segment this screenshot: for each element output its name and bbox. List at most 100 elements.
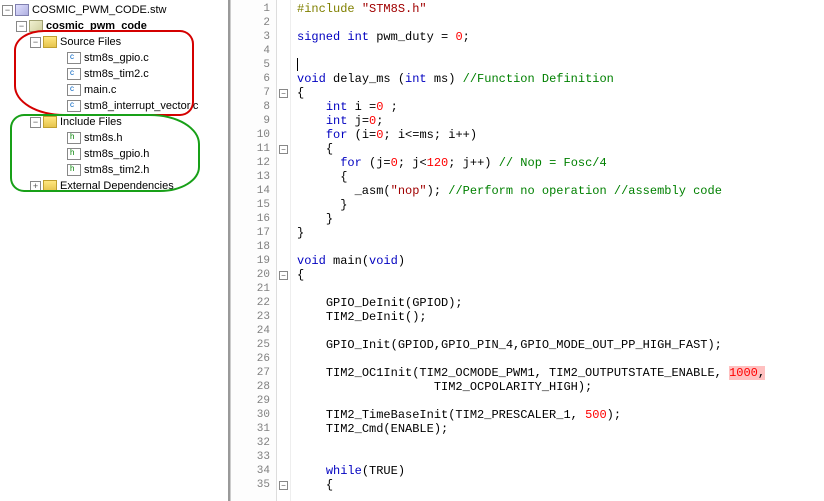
line-number: 29 (231, 394, 276, 408)
code-line[interactable]: } (291, 226, 824, 240)
fold-toggle-icon[interactable]: − (279, 89, 288, 98)
source-file-node[interactable]: stm8s_gpio.c (2, 50, 228, 66)
code-line[interactable] (291, 44, 824, 58)
file-label: main.c (84, 84, 116, 96)
fold-toggle-icon[interactable]: − (279, 481, 288, 490)
code-line[interactable]: TIM2_OCPOLARITY_HIGH); (291, 380, 824, 394)
line-number: 5 (231, 58, 276, 72)
code-line[interactable] (291, 394, 824, 408)
code-line[interactable]: TIM2_DeInit(); (291, 310, 824, 324)
line-number: 31 (231, 422, 276, 436)
fold-cell[interactable]: − (277, 142, 290, 156)
source-file-node[interactable]: stm8_interrupt_vector.c (2, 98, 228, 114)
fold-cell (277, 436, 290, 450)
code-line[interactable]: for (j=0; j<120; j++) // Nop = Fosc/4 (291, 156, 824, 170)
code-editor-panel: 1234567891011121314151617181920212223242… (230, 0, 824, 501)
text-caret (297, 58, 298, 71)
code-line[interactable]: TIM2_OC1Init(TIM2_OCMODE_PWM1, TIM2_OUTP… (291, 366, 824, 380)
line-number: 33 (231, 450, 276, 464)
code-line[interactable] (291, 240, 824, 254)
workspace-node[interactable]: − COSMIC_PWM_CODE.stw (2, 2, 228, 18)
fold-cell (277, 156, 290, 170)
source-file-node[interactable]: main.c (2, 82, 228, 98)
project-tree-panel: − COSMIC_PWM_CODE.stw − cosmic_pwm_code … (0, 0, 230, 501)
line-number: 32 (231, 436, 276, 450)
line-number: 19 (231, 254, 276, 268)
line-number: 9 (231, 114, 276, 128)
fold-cell (277, 100, 290, 114)
code-line[interactable] (291, 58, 824, 72)
code-line[interactable]: int j=0; (291, 114, 824, 128)
fold-cell (277, 282, 290, 296)
code-line[interactable] (291, 282, 824, 296)
h-file-icon (67, 164, 81, 176)
collapse-icon[interactable]: − (30, 37, 41, 48)
file-label: stm8s_gpio.h (84, 148, 149, 160)
expand-icon[interactable]: + (30, 181, 41, 192)
ext-deps-node[interactable]: + External Dependencies (2, 178, 228, 194)
line-number: 17 (231, 226, 276, 240)
include-folder-node[interactable]: − Include Files (2, 114, 228, 130)
line-number: 27 (231, 366, 276, 380)
line-number: 21 (231, 282, 276, 296)
source-folder-node[interactable]: − Source Files (2, 34, 228, 50)
code-line[interactable]: int i =0 ; (291, 100, 824, 114)
fold-cell (277, 338, 290, 352)
code-line[interactable]: GPIO_Init(GPIOD,GPIO_PIN_4,GPIO_MODE_OUT… (291, 338, 824, 352)
line-number: 11 (231, 142, 276, 156)
fold-cell[interactable]: − (277, 268, 290, 282)
fold-cell (277, 198, 290, 212)
folder-icon (43, 180, 57, 192)
fold-cell (277, 128, 290, 142)
include-file-node[interactable]: stm8s_gpio.h (2, 146, 228, 162)
code-line[interactable]: while(TRUE) (291, 464, 824, 478)
fold-cell[interactable]: − (277, 86, 290, 100)
collapse-icon[interactable]: − (2, 5, 13, 16)
code-area[interactable]: #include "STM8S.h" signed int pwm_duty = … (291, 0, 824, 501)
code-line[interactable]: { (291, 142, 824, 156)
file-label: stm8s.h (84, 132, 123, 144)
collapse-icon[interactable]: − (30, 117, 41, 128)
collapse-icon[interactable]: − (16, 21, 27, 32)
include-file-node[interactable]: stm8s.h (2, 130, 228, 146)
line-number: 2 (231, 16, 276, 30)
fold-cell (277, 254, 290, 268)
code-line[interactable]: } (291, 198, 824, 212)
code-line[interactable] (291, 450, 824, 464)
code-line[interactable]: { (291, 86, 824, 100)
fold-column: − − − − (277, 0, 291, 501)
code-line[interactable]: _asm("nop"); //Perform no operation //as… (291, 184, 824, 198)
c-file-icon (67, 52, 81, 64)
code-line[interactable] (291, 16, 824, 30)
code-line[interactable]: #include "STM8S.h" (291, 2, 824, 16)
line-number: 35 (231, 478, 276, 492)
fold-cell (277, 324, 290, 338)
code-line[interactable]: { (291, 170, 824, 184)
code-line[interactable] (291, 436, 824, 450)
include-file-node[interactable]: stm8s_tim2.h (2, 162, 228, 178)
code-line[interactable]: } (291, 212, 824, 226)
code-line[interactable]: TIM2_TimeBaseInit(TIM2_PRESCALER_1, 500)… (291, 408, 824, 422)
line-number: 13 (231, 170, 276, 184)
fold-toggle-icon[interactable]: − (279, 271, 288, 280)
code-line[interactable]: for (i=0; i<=ms; i++) (291, 128, 824, 142)
code-line[interactable]: GPIO_DeInit(GPIOD); (291, 296, 824, 310)
h-file-icon (67, 132, 81, 144)
fold-toggle-icon[interactable]: − (279, 145, 288, 154)
code-line[interactable]: signed int pwm_duty = 0; (291, 30, 824, 44)
code-line[interactable]: { (291, 478, 824, 492)
code-line[interactable]: { (291, 268, 824, 282)
fold-cell (277, 464, 290, 478)
source-file-node[interactable]: stm8s_tim2.c (2, 66, 228, 82)
project-node[interactable]: − cosmic_pwm_code (2, 18, 228, 34)
code-line[interactable] (291, 324, 824, 338)
code-line[interactable]: TIM2_Cmd(ENABLE); (291, 422, 824, 436)
code-line[interactable]: void main(void) (291, 254, 824, 268)
fold-cell[interactable]: − (277, 478, 290, 492)
code-line[interactable]: void delay_ms (int ms) //Function Defini… (291, 72, 824, 86)
line-number: 7 (231, 86, 276, 100)
code-line[interactable] (291, 352, 824, 366)
workspace-icon (15, 4, 29, 16)
project-label: cosmic_pwm_code (46, 20, 147, 32)
project-icon (29, 20, 43, 32)
